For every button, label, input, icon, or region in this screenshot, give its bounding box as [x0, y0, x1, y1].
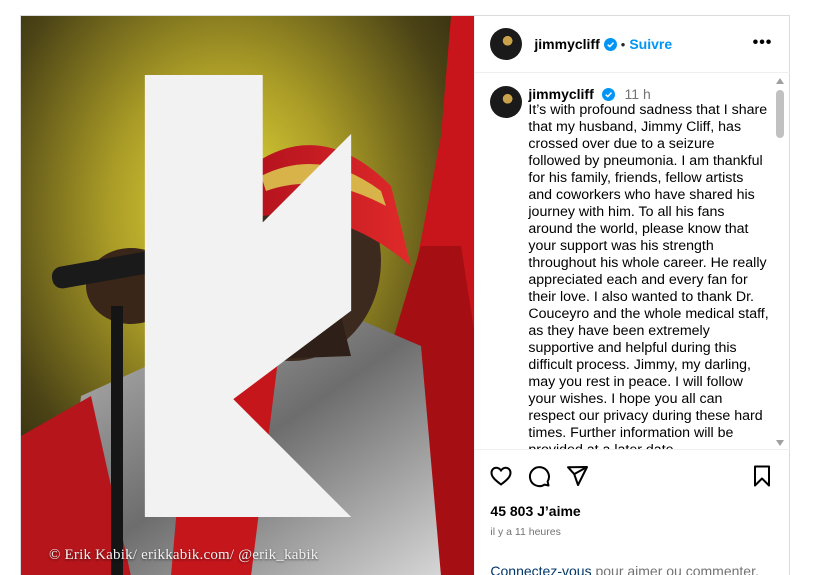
save-bookmark[interactable] [750, 464, 774, 493]
caption-meta: jimmycliff 11 h [528, 86, 770, 102]
author-username[interactable]: jimmycliff [534, 36, 599, 52]
verified-badge-icon [601, 88, 615, 101]
post-sidebar: jimmycliff • Suivre ••• jimmycliff 11 h [474, 16, 791, 575]
post-header: jimmycliff • Suivre ••• [475, 16, 791, 73]
caption-avatar[interactable] [490, 86, 523, 118]
post-photo[interactable]: © Erik Kabik/ erikkabik.com/ @erik_kabik [21, 16, 475, 575]
heart-icon[interactable] [489, 464, 513, 488]
comment-icon[interactable] [527, 464, 551, 488]
header-separator: • [620, 36, 626, 52]
author-avatar[interactable] [490, 28, 523, 60]
like-count[interactable]: 45 803 J’aime [490, 503, 580, 519]
caption-scrollbar[interactable] [775, 76, 785, 448]
caption-text: It’s with profound sadness that I share … [528, 102, 769, 449]
verified-badge-icon [603, 37, 617, 51]
caption-scroll-area[interactable]: jimmycliff 11 h It’s with profound sadne… [475, 74, 790, 449]
follow-button[interactable]: Suivre [629, 36, 672, 52]
post-actions: 45 803 J’aime il y a 11 heures Connectez… [475, 449, 791, 575]
login-prompt: Connectez-vous pour aimer ou commenter. [490, 563, 758, 575]
scroll-down-arrow-icon[interactable] [776, 440, 784, 446]
more-options-icon[interactable]: ••• [753, 34, 773, 52]
caption-username[interactable]: jimmycliff [528, 86, 593, 102]
scroll-thumb[interactable] [776, 90, 784, 138]
photo-credit: © Erik Kabik/ erikkabik.com/ @erik_kabik [49, 547, 319, 563]
bookmark-icon[interactable] [750, 464, 774, 488]
caption-timestamp[interactable]: 11 h [625, 86, 651, 102]
scroll-up-arrow-icon[interactable] [776, 78, 784, 84]
login-link[interactable]: Connectez-vous [490, 563, 591, 575]
photographer-logo [144, 74, 352, 518]
login-prompt-text: pour aimer ou commenter. [591, 563, 759, 575]
post-date[interactable]: il y a 11 heures [490, 526, 560, 538]
action-icons [489, 464, 589, 488]
share-icon[interactable] [565, 464, 589, 488]
caption-body: jimmycliff 11 h It’s with profound sadne… [528, 86, 770, 449]
instagram-post: © Erik Kabik/ erikkabik.com/ @erik_kabik… [20, 15, 791, 575]
